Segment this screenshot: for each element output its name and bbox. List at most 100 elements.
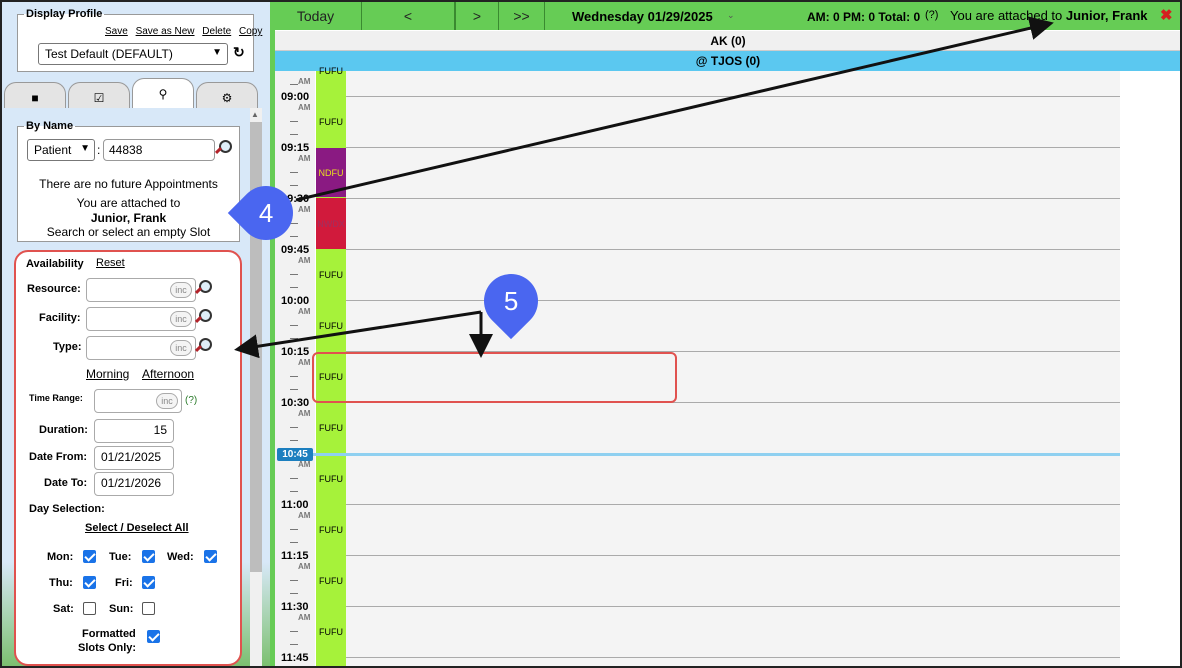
tab-settings[interactable]: ⚙ [196, 82, 258, 108]
sun-label: Sun: [109, 603, 134, 615]
slot-label[interactable]: FUFU [316, 66, 346, 76]
formatted-slots-checkbox[interactable] [147, 630, 160, 643]
formatted-label-line1: Formatted [82, 628, 136, 640]
display-profile-select[interactable]: Test Default (DEFAULT) ▼ [38, 43, 228, 65]
am-label: AM [298, 154, 311, 163]
sat-label: Sat: [53, 603, 74, 615]
display-profile-links: Save Save as New Delete Copy [100, 26, 262, 37]
availability-panel: Availability Reset Resource: inc Facilit… [14, 250, 242, 666]
time-label: 09:00 [281, 91, 310, 103]
wed-checkbox[interactable] [204, 550, 217, 563]
date-from-input[interactable]: 01/21/2025 [94, 446, 174, 470]
sat-checkbox[interactable] [83, 602, 96, 615]
morning-link[interactable]: Morning [86, 367, 129, 381]
next-button[interactable]: > [456, 2, 499, 30]
tab-appointments[interactable]: ☑ [68, 82, 130, 108]
tab-calendar[interactable]: ■ [4, 82, 66, 108]
duration-input[interactable]: 15 [94, 419, 174, 443]
time-range-help[interactable]: (?) [185, 395, 197, 406]
refresh-icon[interactable]: ↻ [233, 44, 245, 61]
save-as-new-link[interactable]: Save as New [136, 26, 195, 37]
calendar-check-icon: ☑ [93, 91, 105, 105]
slot-label[interactable]: FUFU [316, 423, 346, 433]
time-label: 11:00 [281, 499, 309, 511]
slot-label[interactable]: NWDX [316, 219, 346, 229]
resource-search-icon[interactable] [194, 280, 212, 296]
prev-button[interactable]: < [362, 2, 455, 30]
calendar-icon: ■ [31, 91, 39, 105]
calendar-toolbar: Today < > >> Wednesday 01/29/2025 ⌄ AM: … [270, 2, 1180, 30]
attached-status: You are attached to Junior, Frank [950, 8, 1148, 23]
by-name-legend: By Name [26, 120, 74, 132]
mon-checkbox[interactable] [83, 550, 96, 563]
time-range-inc-toggle[interactable]: inc [156, 393, 178, 409]
slot-label[interactable]: FUFU [316, 117, 346, 127]
time-label: 09:45 [281, 244, 310, 256]
slot-label[interactable]: NDFU [316, 168, 346, 178]
time-label: 10:15 [281, 346, 310, 358]
tue-checkbox[interactable] [142, 550, 155, 563]
facility-search-icon[interactable] [194, 309, 212, 325]
tue-label: Tue: [109, 551, 132, 563]
am-label: AM [298, 307, 311, 316]
search-icon: ⚲ [158, 87, 168, 101]
search-type-select[interactable]: Patient ▼ [27, 139, 95, 161]
reset-link[interactable]: Reset [96, 257, 125, 269]
display-profile-value: Test Default (DEFAULT) [45, 47, 173, 61]
chevron-down-icon[interactable]: ⌄ [727, 10, 735, 21]
slot-label[interactable]: FUFU [316, 627, 346, 637]
resource-inc-toggle[interactable]: inc [170, 282, 192, 298]
mon-label: Mon: [47, 551, 74, 563]
am-label: AM [298, 562, 311, 571]
select-all-link[interactable]: Select / Deselect All [85, 522, 189, 534]
slot-label[interactable]: FUFU [316, 270, 346, 280]
type-inc-toggle[interactable]: inc [170, 340, 192, 356]
am-label: AM [298, 103, 311, 112]
time-label: 10:00 [281, 295, 310, 307]
callout-5-label: 5 [503, 286, 519, 316]
date-to-label: Date To: [44, 477, 88, 489]
slot-label[interactable]: FUFU [316, 576, 346, 586]
tab-search[interactable]: ⚲ [132, 78, 194, 108]
slot-label[interactable]: FUFU [316, 474, 346, 484]
sun-checkbox[interactable] [142, 602, 155, 615]
detach-close-icon[interactable]: ✖ [1160, 6, 1173, 24]
patient-id-input[interactable]: 44838 [103, 139, 215, 161]
next-next-button[interactable]: >> [499, 2, 545, 30]
type-search-icon[interactable] [194, 338, 212, 354]
am-label: AM [298, 409, 311, 418]
no-appointments-text: There are no future Appointments [39, 177, 218, 191]
left-panel: Display Profile Save Save as New Delete … [2, 2, 270, 666]
date-to-input[interactable]: 01/21/2026 [94, 472, 174, 496]
delete-link[interactable]: Delete [202, 26, 231, 37]
fri-checkbox[interactable] [142, 576, 155, 589]
formatted-label-line2: Slots Only: [78, 642, 137, 654]
facility-inc-toggle[interactable]: inc [170, 311, 192, 327]
am-label: AM [298, 460, 311, 469]
day-selection-label: Day Selection: [29, 503, 105, 515]
am-label: AM [298, 613, 311, 622]
am-label: AM [298, 77, 311, 86]
slot-label[interactable]: FUFU [316, 525, 346, 535]
copy-link[interactable]: Copy [239, 26, 262, 37]
counts-help[interactable]: (?) [925, 9, 938, 21]
afternoon-link[interactable]: Afternoon [142, 367, 194, 381]
thu-checkbox[interactable] [83, 576, 96, 589]
patient-search-icon[interactable] [214, 140, 232, 156]
time-label: 11:45 [281, 652, 309, 664]
facility-label: Facility: [39, 312, 81, 324]
current-date[interactable]: Wednesday 01/29/2025 [572, 9, 713, 24]
callout-4-label: 4 [258, 198, 274, 228]
save-link[interactable]: Save [105, 26, 128, 37]
search-type-value: Patient [34, 143, 72, 157]
patient-id-value: 44838 [109, 143, 143, 157]
duration-label: Duration: [39, 424, 88, 436]
chevron-down-icon: ▼ [212, 47, 222, 58]
date-from-value: 01/21/2025 [101, 450, 162, 464]
attached-to-text: You are attached to [76, 196, 181, 210]
slot-label[interactable]: FUFU [316, 321, 346, 331]
highlight-box [312, 352, 677, 403]
today-button[interactable]: Today [270, 2, 362, 30]
appointment-counts: AM: 0 PM: 0 Total: 0 [807, 10, 921, 24]
scroll-up-icon[interactable]: ▲ [251, 110, 259, 119]
